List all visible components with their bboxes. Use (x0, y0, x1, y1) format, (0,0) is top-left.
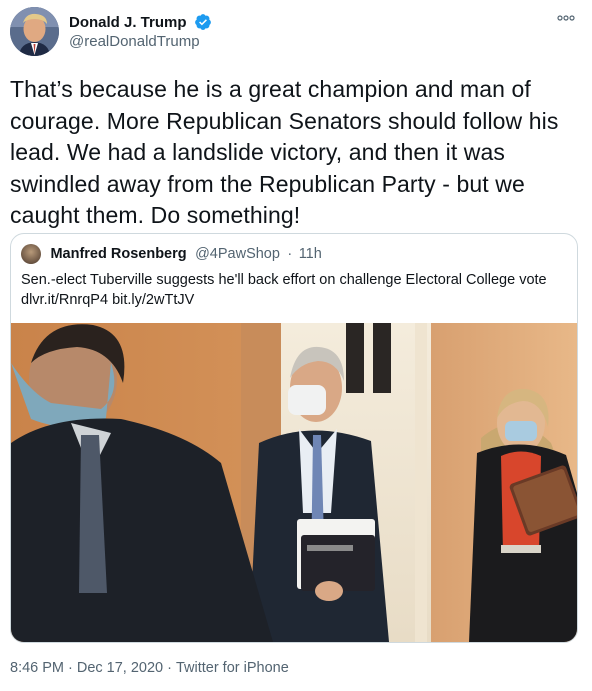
footer-separator: · (167, 660, 172, 677)
quoted-link[interactable]: dlvr.it/RnrqP4 (21, 292, 108, 308)
tweet-header: Donald J. Trump @realDonaldTrump (10, 7, 582, 57)
quoted-timestamp: 11h (298, 246, 322, 262)
quoted-tweet-text: Sen.-elect Tuberville suggests he'll bac… (21, 270, 569, 310)
tweet-text-line: swindled away from the Republican Party … (10, 170, 525, 197)
more-options-icon[interactable] (556, 11, 576, 25)
quoted-separator: · (287, 246, 293, 262)
photo-image (11, 323, 577, 642)
author-avatar[interactable] (10, 7, 59, 56)
tweet-date[interactable]: Dec 17, 2020 (77, 660, 163, 676)
quoted-links: dlvr.it/RnrqP4 bit.ly/2wTtJV (21, 290, 569, 310)
tweet-time[interactable]: 8:46 PM (10, 660, 64, 676)
quoted-link[interactable]: bit.ly/2wTtJV (112, 292, 194, 308)
author-avatar-image (10, 7, 59, 56)
author-handle[interactable]: @realDonaldTrump (69, 33, 212, 50)
footer-separator: · (68, 660, 73, 677)
tweet-source[interactable]: Twitter for iPhone (176, 660, 289, 676)
quoted-tweet-header: Manfred Rosenberg @4PawShop · 11h (21, 244, 322, 264)
tweet-text-line: caught them. Do something! (10, 202, 301, 228)
quoted-author-name: Manfred Rosenberg (50, 246, 187, 262)
quoted-tweet-photo[interactable] (11, 323, 577, 642)
tweet-text-line: courage. More Republican Senators should… (10, 107, 559, 134)
tweet-footer: 8:46 PM · Dec 17, 2020 · Twitter for iPhone (10, 660, 289, 676)
author-name-block: Donald J. Trump @realDonaldTrump (69, 13, 212, 50)
author-display-name[interactable]: Donald J. Trump (69, 14, 187, 31)
verified-badge-icon (195, 14, 211, 30)
quoted-author-avatar (21, 244, 41, 264)
quoted-tweet-card[interactable]: Manfred Rosenberg @4PawShop · 11h Sen.-e… (10, 233, 578, 643)
quoted-author-handle: @4PawShop (195, 246, 280, 262)
tweet-text-line: lead. We had a landslide victory, and th… (10, 139, 505, 165)
tweet-text-line: That’s because he is a great champion an… (10, 76, 531, 102)
quoted-text-line: Sen.-elect Tuberville suggests he'll bac… (21, 272, 547, 288)
tweet-text: That’s because he is a great champion an… (10, 74, 582, 232)
